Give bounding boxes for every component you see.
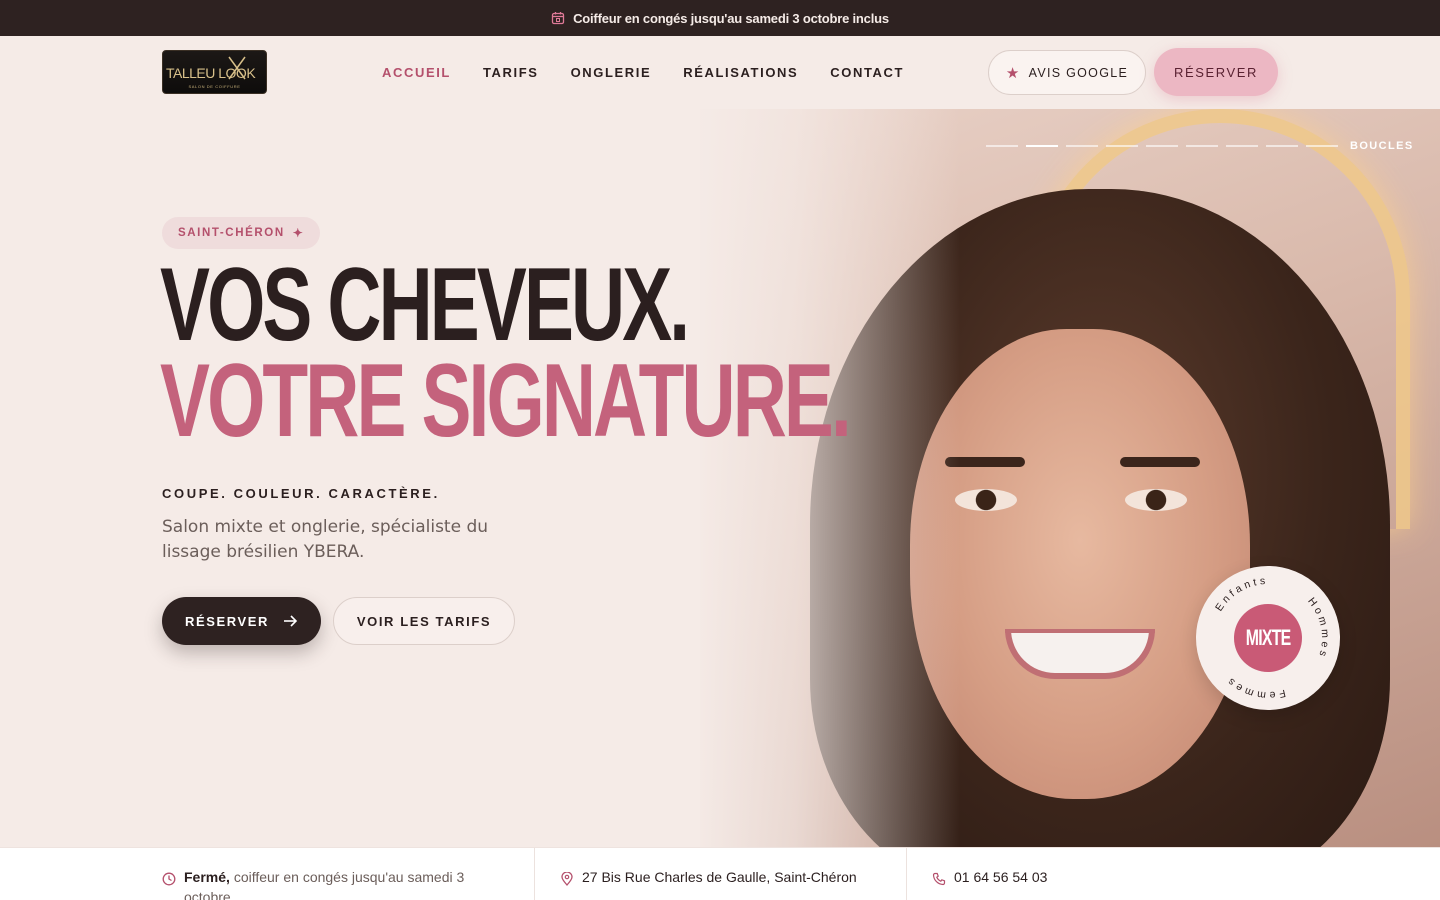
arrow-right-icon [284, 615, 298, 627]
slide-indicator[interactable] [1066, 145, 1098, 147]
logo-subtitle: SALON DE COIFFURE [188, 84, 241, 89]
info-bar: Fermé, coiffeur en congés jusqu'au samed… [0, 847, 1440, 900]
header-reserve-label: RÉSERVER [1173, 64, 1259, 80]
hero-description: Salon mixte et onglerie, spécialiste du … [162, 517, 489, 562]
badge-ring-femmes: Femmes [1223, 674, 1283, 702]
sparkle-icon: ✦ [292, 226, 305, 240]
logo-text: TALLEU LOOK [166, 65, 256, 81]
hero-photo-eye-right [1125, 489, 1187, 511]
map-pin-icon [560, 871, 574, 890]
site-header: TALLEU LOOK SALON DE COIFFURE ACCUEIL TA… [0, 36, 1440, 109]
hero-title-line1: VOS CHEVEUX. [160, 247, 690, 363]
hero-title: VOS CHEVEUX. VOTRE SIGNATURE. [160, 247, 852, 459]
site-logo[interactable]: TALLEU LOOK SALON DE COIFFURE [162, 50, 267, 94]
slide-indicator[interactable] [1226, 145, 1258, 147]
nav-realisations[interactable]: RÉALISATIONS [683, 65, 798, 80]
slide-label: BOUCLES [1350, 140, 1414, 152]
header-reserve-button[interactable]: RÉSERVER [1154, 48, 1278, 96]
hero-tagline: COUPE. COULEUR. CARACTÈRE. [162, 486, 440, 501]
hero-photo-eye-left [955, 489, 1017, 511]
announcement-bar: Coiffeur en congés jusqu'au samedi 3 oct… [0, 0, 1440, 36]
star-icon: ★ [1005, 64, 1021, 82]
slide-indicator[interactable] [1306, 145, 1338, 147]
calendar-icon [551, 12, 565, 25]
slide-indicator[interactable] [1146, 145, 1178, 147]
slide-indicator[interactable] [1266, 145, 1298, 147]
hero-title-line2: VOTRE SIGNATURE. [160, 343, 852, 459]
announcement-text: Coiffeur en congés jusqu'au samedi 3 oct… [573, 10, 889, 26]
info-divider [534, 848, 535, 900]
hours-status: Fermé, [184, 869, 230, 885]
view-prices-label: VOIR LES TARIFS [356, 613, 492, 629]
hero-section: BOUCLES SAINT-CHÉRON ✦ VOS CHEVEUX. VOTR… [0, 109, 1440, 847]
badge-center-label: MIXTE [1245, 625, 1292, 650]
view-prices-button[interactable]: VOIR LES TARIFS [333, 597, 515, 645]
hours-info: Fermé, coiffeur en congés jusqu'au samed… [162, 848, 502, 900]
hero-photo-brow-right [1120, 457, 1200, 467]
hours-text: Fermé, coiffeur en congés jusqu'au samed… [184, 848, 502, 900]
nav-contact[interactable]: CONTACT [830, 65, 904, 80]
mixte-badge: Enfants Hommes Femmes MIXTE [1196, 566, 1340, 710]
address-info[interactable]: 27 Bis Rue Charles de Gaulle, Saint-Chér… [560, 848, 900, 900]
location-chip: SAINT-CHÉRON ✦ [162, 217, 321, 249]
google-reviews-label: AVIS GOOGLE [1028, 65, 1129, 80]
hero-photo-face [910, 329, 1250, 799]
phone-text: 01 64 56 54 03 [954, 869, 1048, 885]
nav-accueil[interactable]: ACCUEIL [382, 65, 451, 80]
badge-center: MIXTE [1234, 604, 1302, 672]
svg-text:Hommes: Hommes [1305, 595, 1331, 660]
slide-indicator-active[interactable] [1026, 145, 1058, 147]
slide-indicator[interactable] [1186, 145, 1218, 147]
slide-indicator[interactable] [1106, 145, 1138, 147]
badge-ring-hommes: Hommes [1305, 595, 1328, 660]
info-divider [906, 848, 907, 900]
nav-onglerie[interactable]: ONGLERIE [571, 65, 652, 80]
hero-reserve-button[interactable]: RÉSERVER [162, 597, 321, 645]
phone-icon [932, 872, 946, 890]
clock-icon [162, 872, 176, 890]
main-nav: ACCUEIL TARIFS ONGLERIE RÉALISATIONS CON… [382, 65, 936, 80]
slider-indicators [986, 145, 1338, 147]
slide-indicator[interactable] [986, 145, 1018, 147]
address-text: 27 Bis Rue Charles de Gaulle, Saint-Chér… [582, 869, 857, 885]
hero-fade-overlay [660, 109, 960, 847]
hero-reserve-label: RÉSERVER [184, 613, 270, 629]
location-chip-label: SAINT-CHÉRON [178, 227, 285, 239]
nav-tarifs[interactable]: TARIFS [483, 65, 539, 80]
google-reviews-button[interactable]: ★ AVIS GOOGLE [988, 50, 1146, 95]
phone-info[interactable]: 01 64 56 54 03 [932, 848, 1232, 900]
svg-text:Femmes: Femmes [1223, 674, 1286, 702]
